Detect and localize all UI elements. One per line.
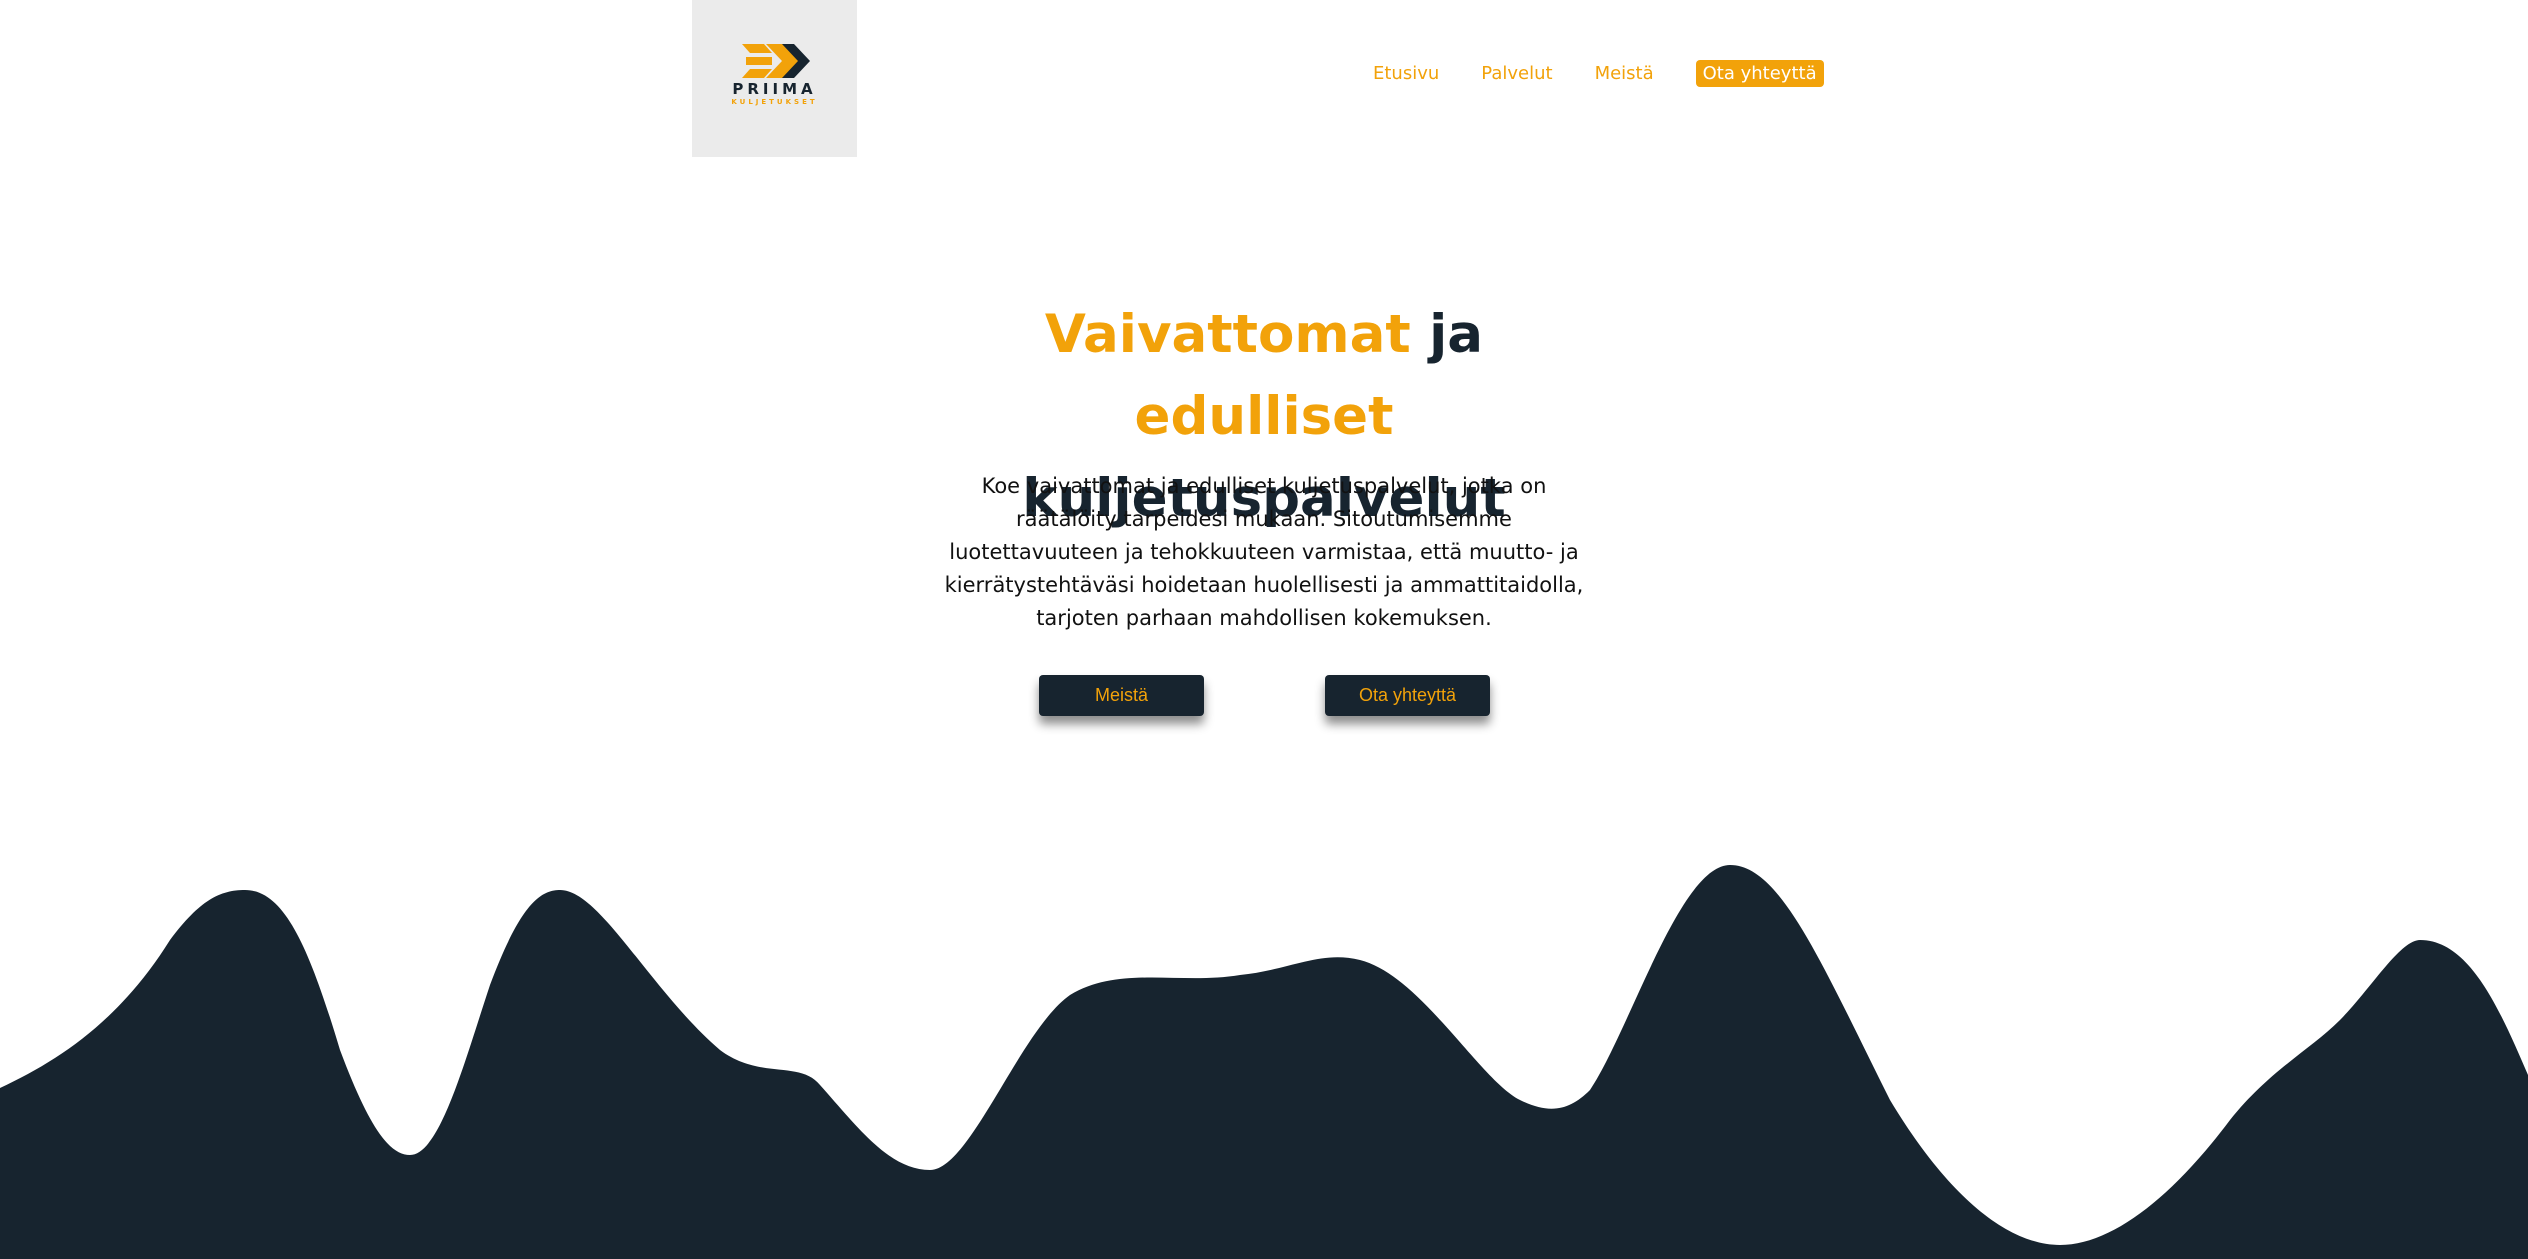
decorative-wave bbox=[0, 865, 2528, 1259]
